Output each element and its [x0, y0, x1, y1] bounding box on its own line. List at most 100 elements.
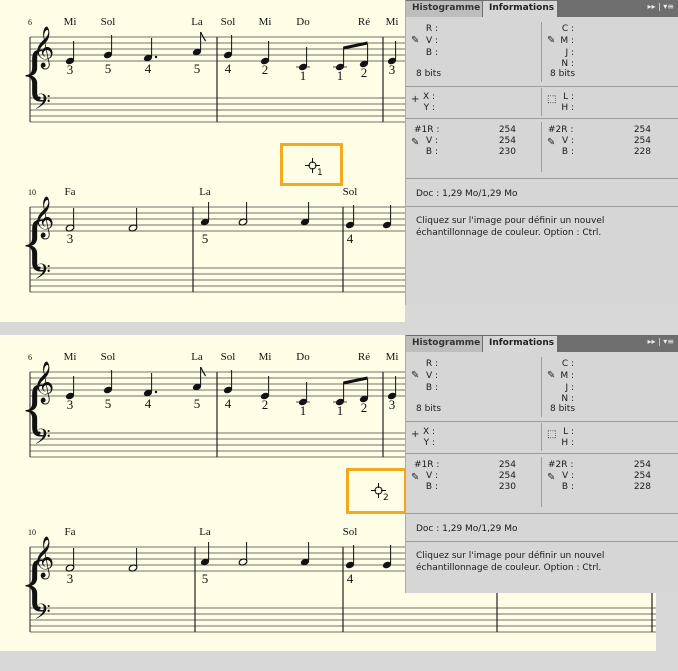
treble-clef-icon: 𝄞 — [33, 196, 54, 239]
panel-menu-icon[interactable]: ▸▸ | ▾≡ — [647, 337, 674, 346]
note-name: Mi — [64, 16, 77, 28]
note-name: Do — [296, 351, 310, 363]
label-x: X : — [422, 92, 435, 102]
fingering-number: 3 — [67, 571, 74, 586]
fingering-number: 3 — [67, 62, 74, 77]
tab-informations[interactable]: Informations — [483, 1, 557, 17]
sampler1-label-b: B : — [425, 147, 438, 157]
label-v: V : — [425, 371, 438, 381]
note-name: Mi — [64, 351, 77, 363]
bit-depth-right: 8 bits — [550, 69, 576, 79]
sampler1-label-r: #1R : — [414, 460, 440, 470]
help-text-line2: échantillonnage de couleur. Option : Ctr… — [416, 563, 602, 573]
sampler1-label-v: V : — [425, 136, 438, 146]
divider — [541, 457, 542, 507]
label-b: B : — [425, 383, 438, 393]
screenshot-bottom: {𝄞 𝄢 6 Mi 3 Sol 5 4 La 5 Sol 4 Mi 2 Do 1 1 Ré 2 Mi 3{𝄞 𝄢 10 Fa 3… — [0, 335, 678, 671]
fingering-number: 4 — [145, 61, 152, 76]
label-j: J : — [565, 383, 574, 393]
label-l: L : — [563, 92, 574, 102]
divider — [406, 178, 678, 179]
note-name: Sol — [343, 186, 358, 198]
fingering-number: 4 — [225, 396, 232, 411]
tab-histogramme[interactable]: Histogramme — [406, 336, 482, 352]
info-panel: Histogramme Informations ▸▸ | ▾≡ ✎ R : V… — [405, 335, 678, 593]
sampler2-value-r: 254 — [633, 460, 651, 470]
label-b: B : — [425, 48, 438, 58]
bit-depth-left: 8 bits — [416, 404, 442, 414]
divider — [406, 541, 678, 542]
bit-depth-right: 8 bits — [550, 404, 576, 414]
sampler1-value-r: 254 — [498, 460, 516, 470]
note-name: Mi — [386, 16, 399, 28]
label-h: H : — [561, 438, 574, 448]
measure-number: 10 — [28, 528, 36, 537]
bit-depth-left: 8 bits — [416, 69, 442, 79]
label-n: N : — [561, 394, 574, 404]
note-name: Sol — [221, 16, 236, 28]
divider — [541, 22, 542, 82]
measure-number: 10 — [28, 188, 36, 197]
fingering-number: 3 — [67, 231, 74, 246]
panel-tab-bar: Histogramme Informations ▸▸ | ▾≡ — [406, 335, 678, 352]
dot — [154, 55, 158, 59]
fingering-number: 1 — [300, 68, 307, 83]
fingering-number: 4 — [145, 396, 152, 411]
note-name: Sol — [221, 351, 236, 363]
divider — [541, 357, 542, 417]
bass-clef-icon: 𝄢 — [34, 600, 51, 629]
label-l: L : — [563, 427, 574, 437]
help-text-line1: Cliquez sur l'image pour définir un nouv… — [416, 551, 605, 561]
label-r: R : — [425, 359, 438, 369]
note-name: La — [199, 186, 211, 198]
help-text-line2: échantillonnage de couleur. Option : Ctr… — [416, 228, 602, 238]
fingering-number: 3 — [389, 62, 396, 77]
note-name: Mi — [259, 16, 272, 28]
beam — [343, 376, 368, 385]
divider — [406, 86, 678, 87]
note-name: Sol — [101, 351, 116, 363]
treble-clef-icon: 𝄞 — [33, 536, 54, 579]
sampler2-label-r: #2R : — [548, 460, 574, 470]
treble-clef-icon: 𝄞 — [33, 361, 54, 404]
note-name: Fa — [65, 186, 76, 198]
sampler2-label-v: V : — [561, 471, 574, 481]
divider — [406, 513, 678, 514]
sampler2-value-r: 254 — [633, 125, 651, 135]
panel-menu-icon[interactable]: ▸▸ | ▾≡ — [647, 2, 674, 11]
fingering-number: 3 — [389, 397, 396, 412]
tab-informations[interactable]: Informations — [483, 336, 557, 352]
fingering-number: 4 — [347, 231, 354, 246]
note-name: Mi — [386, 351, 399, 363]
fingering-number: 1 — [300, 403, 307, 418]
fingering-number: 5 — [202, 571, 209, 586]
bass-clef-icon: 𝄢 — [34, 90, 51, 119]
color-sampler-2-highlight[interactable]: 2 — [346, 468, 407, 514]
fingering-number: 2 — [361, 65, 368, 80]
color-sampler-1-highlight[interactable]: 1 — [280, 143, 343, 186]
divider — [406, 206, 678, 207]
sampler1-label-v: V : — [425, 471, 438, 481]
divider — [406, 118, 678, 119]
sampler1-value-b: 230 — [498, 482, 516, 492]
dot — [154, 390, 158, 394]
tab-histogramme[interactable]: Histogramme — [406, 1, 482, 17]
note-name: Sol — [343, 526, 358, 538]
sampler1-value-r: 254 — [498, 125, 516, 135]
sampler2-label-b: B : — [561, 147, 574, 157]
divider — [541, 88, 542, 116]
divider — [541, 423, 542, 451]
score-canvas[interactable]: {𝄞 𝄢 6 Mi 3 Sol 5 4 La 5 Sol 4 Mi 2 Do 1 1 Ré 2 Mi 3{𝄞 𝄢 10 Fa 3… — [0, 0, 405, 322]
fingering-number: 3 — [67, 397, 74, 412]
sampler2-value-v: 254 — [633, 136, 651, 146]
fingering-number: 1 — [337, 68, 344, 83]
doc-size: Doc : 1,29 Mo/1,29 Mo — [416, 524, 518, 534]
label-x: X : — [422, 427, 435, 437]
fingering-number: 5 — [202, 231, 209, 246]
fingering-number: 4 — [225, 61, 232, 76]
sampler1-label-b: B : — [425, 482, 438, 492]
flag — [200, 31, 207, 42]
fingering-number: 2 — [262, 397, 269, 412]
label-y: Y : — [423, 103, 435, 113]
note-name: La — [191, 351, 203, 363]
